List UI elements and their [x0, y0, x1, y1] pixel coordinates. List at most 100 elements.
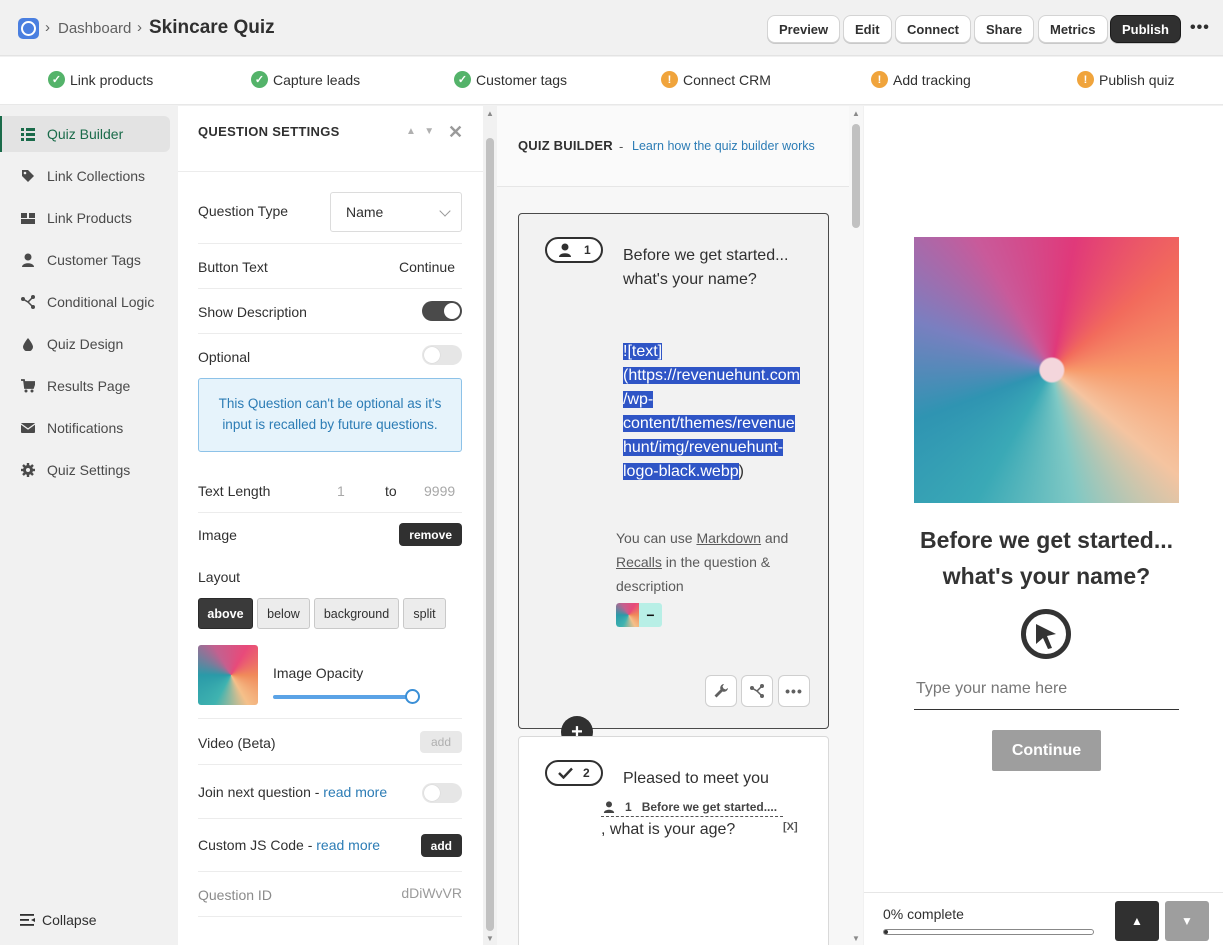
connect-button[interactable]: Connect — [895, 15, 971, 43]
progress-bar-fill — [884, 930, 889, 934]
text-length-min-input[interactable]: 1 — [337, 483, 345, 499]
sidebar-item-notifications[interactable]: Notifications — [0, 410, 170, 446]
more-options-icon[interactable]: ••• — [778, 675, 810, 707]
image-opacity-slider-handle[interactable] — [405, 689, 420, 704]
scroll-down-icon[interactable]: ▼ — [486, 934, 494, 943]
products-icon — [21, 213, 35, 224]
question-number: 2 — [583, 766, 590, 780]
markdown-hint: You can use Markdown and Recalls in the … — [616, 526, 806, 598]
brand-logo-icon — [1021, 609, 1071, 659]
chevron-down-icon — [439, 205, 451, 217]
sidebar-item-conditional-logic[interactable]: Conditional Logic — [0, 284, 170, 320]
markdown-link[interactable]: Markdown — [696, 530, 761, 546]
logic-branch-icon[interactable] — [741, 675, 773, 707]
quiz-builder-header: QUIZ BUILDER - Learn how the quiz builde… — [497, 106, 849, 187]
recall-tag[interactable]: 1 Before we get started.... — [601, 797, 783, 817]
button-text-row: Button Text Continue — [198, 244, 462, 289]
next-question-button[interactable]: ▼ — [1165, 901, 1209, 941]
quiz-builder-help-link[interactable]: Learn how the quiz builder works — [632, 139, 815, 153]
custom-js-add-button[interactable]: add — [420, 834, 462, 857]
scroll-up-icon[interactable]: ▲ — [486, 109, 494, 118]
sidebar-item-link-collections[interactable]: Link Collections — [0, 158, 170, 194]
scroll-up-icon[interactable]: ▲ — [852, 109, 860, 118]
checklist-item-publish-quiz[interactable]: ! Publish quiz — [1077, 71, 1175, 88]
recalls-link[interactable]: Recalls — [616, 554, 662, 570]
tag-icon — [22, 170, 34, 182]
question-card-2[interactable]: 2 Pleased to meet you — [518, 736, 829, 945]
continue-button[interactable]: Continue — [992, 730, 1101, 771]
recall-remove-button[interactable]: [X] — [783, 821, 798, 833]
text-length-max-input[interactable]: 9999 — [424, 483, 455, 499]
collapse-icon — [20, 914, 35, 926]
preview-button[interactable]: Preview — [767, 15, 841, 43]
collapse-button[interactable]: Collapse — [20, 912, 96, 928]
video-add-button[interactable]: add — [419, 731, 462, 753]
checklist-item-customer-tags[interactable]: ✓ Customer tags — [454, 71, 567, 88]
scrollbar-thumb[interactable] — [486, 138, 494, 931]
image-remove-button[interactable]: remove — [399, 523, 462, 546]
sidebar-item-quiz-design[interactable]: Quiz Design — [0, 326, 170, 362]
move-down-icon[interactable]: ▼ — [424, 126, 434, 137]
sidebar-item-results-page[interactable]: Results Page — [0, 368, 170, 404]
warning-circle-icon: ! — [1077, 71, 1094, 88]
builder-scrollbar[interactable]: ▲ ▼ — [849, 106, 863, 945]
layout-below-button[interactable]: below — [257, 598, 310, 629]
previous-question-button[interactable]: ▲ — [1115, 901, 1159, 941]
question-text-continuation: , what is your age? — [601, 821, 736, 838]
join-next-toggle[interactable] — [422, 783, 462, 803]
custom-js-read-more-link[interactable]: read more — [316, 837, 380, 853]
warning-circle-icon: ! — [871, 71, 888, 88]
recall-text: Before we get started.... — [641, 799, 778, 814]
app-logo-icon[interactable] — [18, 18, 39, 39]
name-input[interactable]: Type your name here — [914, 676, 1179, 710]
checklist-item-capture-leads[interactable]: ✓ Capture leads — [251, 71, 360, 88]
image-remove-icon[interactable]: − — [639, 603, 662, 627]
question-text[interactable]: Pleased to meet you — [623, 767, 769, 791]
checklist-item-link-products[interactable]: ✓ Link products — [48, 71, 153, 88]
question-card-1[interactable]: 1 Before we get started... what's your n… — [518, 213, 829, 729]
checklist-item-connect-crm[interactable]: ! Connect CRM — [661, 71, 771, 88]
video-row: Video (Beta) add — [198, 718, 462, 765]
wrench-icon[interactable] — [705, 675, 737, 707]
checklist-item-add-tracking[interactable]: ! Add tracking — [871, 71, 971, 88]
question-text[interactable]: Before we get started... what's your nam… — [623, 244, 788, 292]
button-text-label: Button Text — [198, 259, 268, 275]
sidebar-item-label: Quiz Settings — [47, 462, 131, 478]
question-settings-title: QUESTION SETTINGS — [198, 124, 340, 139]
question-type-select[interactable]: Name — [330, 192, 462, 232]
publish-button[interactable]: Publish — [1110, 15, 1181, 43]
question-image-thumbnail[interactable] — [198, 645, 258, 705]
move-up-icon[interactable]: ▲ — [406, 126, 416, 137]
sidebar-item-quiz-builder[interactable]: Quiz Builder — [0, 116, 170, 152]
show-description-toggle[interactable] — [422, 301, 462, 321]
scroll-down-icon[interactable]: ▼ — [852, 934, 860, 943]
scrollbar-thumb[interactable] — [852, 124, 860, 228]
metrics-button[interactable]: Metrics — [1038, 15, 1108, 43]
selected-markdown-text[interactable]: ![text] (https://revenuehunt.com /wp- co… — [623, 340, 813, 484]
layout-above-button[interactable]: above — [198, 598, 253, 629]
checklist-label: Add tracking — [893, 71, 971, 88]
breadcrumb-chevron-icon: › — [45, 19, 50, 36]
optional-toggle[interactable] — [422, 345, 462, 365]
sidebar-item-customer-tags[interactable]: Customer Tags — [0, 242, 170, 278]
settings-scrollbar[interactable]: ▲ ▼ — [483, 106, 497, 945]
person-icon — [22, 253, 34, 267]
video-label: Video (Beta) — [198, 735, 276, 751]
edit-button[interactable]: Edit — [843, 15, 892, 43]
button-text-input[interactable]: Continue — [399, 259, 455, 275]
more-options-icon[interactable]: ••• — [1190, 19, 1210, 37]
join-next-read-more-link[interactable]: read more — [323, 784, 387, 800]
page-title: Skincare Quiz — [149, 17, 275, 38]
sidebar-item-label: Quiz Builder — [47, 126, 124, 142]
share-button[interactable]: Share — [974, 15, 1035, 43]
close-icon[interactable]: ✕ — [448, 122, 463, 143]
breadcrumb-dashboard[interactable]: Dashboard — [58, 20, 131, 37]
layout-split-button[interactable]: split — [403, 598, 446, 629]
show-description-row: Show Description — [198, 289, 462, 334]
image-opacity-slider-track[interactable] — [273, 695, 411, 699]
sidebar-item-link-products[interactable]: Link Products — [0, 200, 170, 236]
question-image-mini: − — [616, 603, 662, 627]
sidebar-item-quiz-settings[interactable]: Quiz Settings — [0, 452, 170, 488]
layout-background-button[interactable]: background — [314, 598, 399, 629]
question-type-label: Question Type — [198, 203, 289, 219]
